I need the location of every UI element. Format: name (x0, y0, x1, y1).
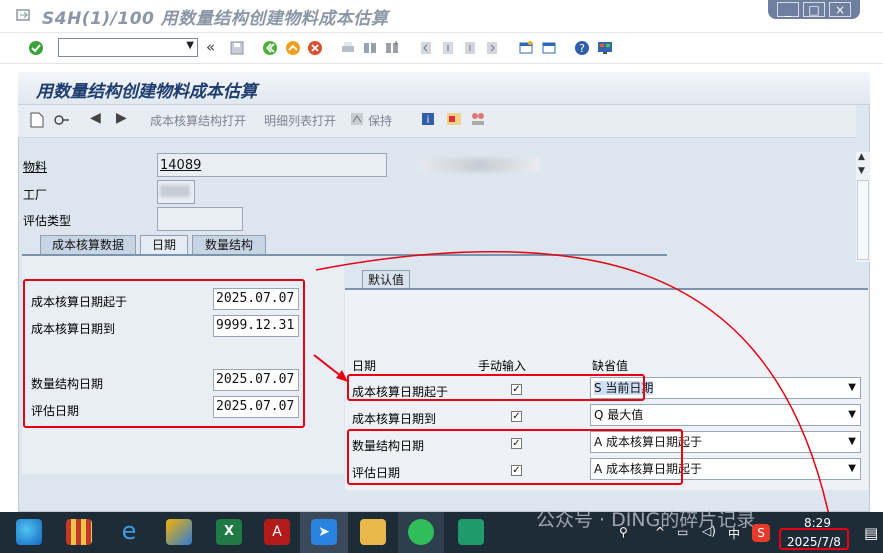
create-session-icon[interactable] (518, 40, 534, 56)
close-icon[interactable]: × (829, 2, 851, 17)
maximize-icon[interactable]: □ (803, 2, 825, 17)
shortcut-icon[interactable] (541, 40, 557, 56)
valuation-type-label: 评估类型 (23, 214, 72, 228)
ie-icon[interactable]: e (116, 519, 142, 545)
cancel-icon[interactable] (307, 40, 323, 56)
default-value-select[interactable]: Q 最大值 ▼ (590, 404, 861, 426)
manual-input-checkbox[interactable]: ✓ (511, 411, 522, 422)
vertical-scrollbar[interactable]: ▲ ▼ (856, 152, 870, 262)
notification-icon[interactable]: ▤ (864, 524, 878, 542)
tab-costing-data[interactable]: 成本核算数据 (40, 235, 136, 255)
exit-icon[interactable] (285, 40, 301, 56)
default-row-label: 成本核算日期到 (352, 412, 437, 426)
enter-icon[interactable] (28, 40, 44, 56)
sogou-icon[interactable]: S (752, 524, 770, 542)
command-field[interactable]: ▼ (58, 38, 198, 57)
chevron-down-icon[interactable]: ▼ (848, 405, 856, 425)
material-value: 14089 (160, 158, 202, 173)
python-icon[interactable] (166, 519, 192, 545)
minimize-icon[interactable]: _ (777, 2, 799, 17)
scroll-down-icon[interactable]: ▼ (858, 166, 865, 176)
material-field[interactable]: 14089 (157, 153, 387, 177)
screen-app-icon[interactable] (458, 519, 484, 545)
window-title: S4H(1)/100 用数量结构创建物料成本估算 (42, 9, 389, 29)
highlight-box-date (779, 528, 849, 550)
window-menu-icon[interactable] (16, 9, 30, 21)
svg-text:i: i (427, 115, 430, 126)
excel-icon[interactable]: X (216, 519, 242, 545)
hold-icon[interactable] (350, 112, 364, 126)
svg-text:?: ? (579, 42, 585, 55)
plant-field[interactable] (157, 180, 195, 204)
volume-icon[interactable]: ◁) (702, 524, 716, 538)
valuation-type-field[interactable] (157, 207, 243, 231)
tab-quantity-structure[interactable]: 数量结构 (192, 235, 266, 255)
open-detail-list-button[interactable]: 明细列表打开 (264, 112, 336, 129)
archive-app-icon[interactable] (66, 519, 92, 545)
chevron-down-icon[interactable]: ▼ (848, 459, 856, 479)
highlight-box-costing-from (347, 374, 645, 401)
save-icon[interactable] (229, 40, 245, 56)
plant-label: 工厂 (23, 188, 48, 202)
material-label: 物料 (23, 160, 48, 174)
customize-layout-icon[interactable] (597, 40, 613, 56)
next-icon[interactable]: ▶ (116, 110, 127, 126)
material-description-blurred (420, 158, 540, 172)
pdf-icon[interactable]: A (264, 519, 290, 545)
default-value-text: Q 最大值 (594, 408, 644, 422)
last-page-icon[interactable] (484, 40, 500, 56)
ime-indicator[interactable]: 中 (728, 525, 740, 542)
network-icon[interactable]: ▭ (677, 525, 688, 539)
watermark-text: 公众号 · DING的碎片记录 (536, 509, 756, 531)
highlight-box-dates (23, 279, 305, 428)
file-explorer-icon[interactable] (360, 519, 386, 545)
open-structure-button[interactable]: 成本核算结构打开 (150, 112, 246, 129)
feishu-icon[interactable]: ➤ (311, 519, 337, 545)
hold-button[interactable]: 保持 (368, 112, 392, 129)
column-date-header: 日期 (352, 359, 377, 373)
edge-icon[interactable] (16, 519, 42, 545)
scroll-up-icon[interactable]: ▲ (858, 152, 865, 162)
previous-page-icon[interactable] (440, 40, 456, 56)
column-default-header: 缺省值 (592, 359, 629, 373)
find-icon[interactable] (362, 40, 378, 56)
itemization-icon[interactable] (470, 111, 486, 127)
standard-toolbar: ▼ « ? (0, 33, 883, 64)
screen-title: 用数量结构创建物料成本估算 (36, 82, 257, 102)
previous-icon[interactable]: ◀ (90, 110, 101, 126)
title-bar: S4H(1)/100 用数量结构创建物料成本估算 _ □ × (0, 0, 883, 33)
user-icon[interactable]: ⚲ (619, 525, 628, 539)
chevron-down-icon[interactable]: ▼ (848, 378, 856, 398)
wechat-icon[interactable] (408, 519, 434, 545)
tray-chevron-icon[interactable]: ^ (655, 525, 665, 539)
chevron-down-icon[interactable]: ▼ (848, 432, 856, 452)
highlight-box-qty-valuation (347, 429, 683, 485)
chevron-down-icon[interactable]: ▼ (186, 40, 194, 51)
application-toolbar (18, 105, 856, 138)
tab-default-values[interactable]: 默认值 (362, 270, 410, 289)
collapse-icon[interactable]: « (206, 38, 222, 56)
display-icon[interactable] (53, 113, 71, 127)
print-icon[interactable] (340, 40, 356, 56)
next-page-icon[interactable] (462, 40, 478, 56)
column-manual-header: 手动输入 (478, 359, 527, 373)
find-next-icon[interactable] (384, 40, 400, 56)
cost-icon[interactable] (446, 111, 462, 127)
help-icon[interactable]: ? (574, 40, 590, 56)
window-controls: _ □ × (768, 0, 860, 19)
plant-value-blurred (160, 185, 190, 197)
first-page-icon[interactable] (418, 40, 434, 56)
info-icon[interactable]: i (421, 112, 435, 126)
new-document-icon[interactable] (30, 112, 44, 128)
back-icon[interactable] (262, 40, 278, 56)
tab-dates[interactable]: 日期 (140, 235, 188, 255)
scroll-thumb[interactable] (857, 180, 869, 260)
